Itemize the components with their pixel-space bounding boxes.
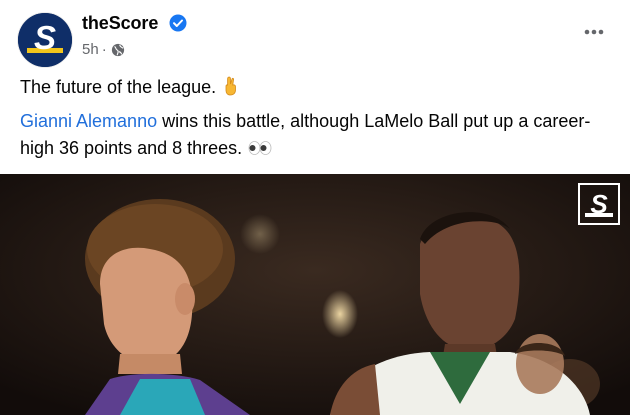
post-headline: The future of the league. [20,74,240,100]
post-body: Gianni Alemanno wins this battle, althou… [20,108,620,162]
meta-separator: · [101,41,107,58]
crossed-fingers-emoji [225,76,237,96]
mention-link[interactable]: Gianni Alemanno [20,111,157,131]
globe-icon[interactable] [111,43,125,57]
eyes-emoji [248,141,272,155]
verified-badge-icon [169,14,187,32]
svg-text:S: S [34,19,56,56]
players-photo [0,174,630,415]
post-meta: 5h · [82,41,125,58]
post-image[interactable]: S [0,174,630,415]
facebook-post: S theScore 5h · The future of the league… [0,0,630,415]
more-options-icon[interactable] [582,20,606,44]
post-timestamp[interactable]: 5h [82,41,99,58]
thescore-logo-icon[interactable]: S [18,13,72,67]
post-headline-text: The future of the league. [20,77,217,97]
thescore-watermark-icon: S [578,183,620,225]
svg-text:S: S [590,189,608,219]
post-header: S theScore 5h · [0,0,630,67]
page-name[interactable]: theScore [82,13,158,34]
